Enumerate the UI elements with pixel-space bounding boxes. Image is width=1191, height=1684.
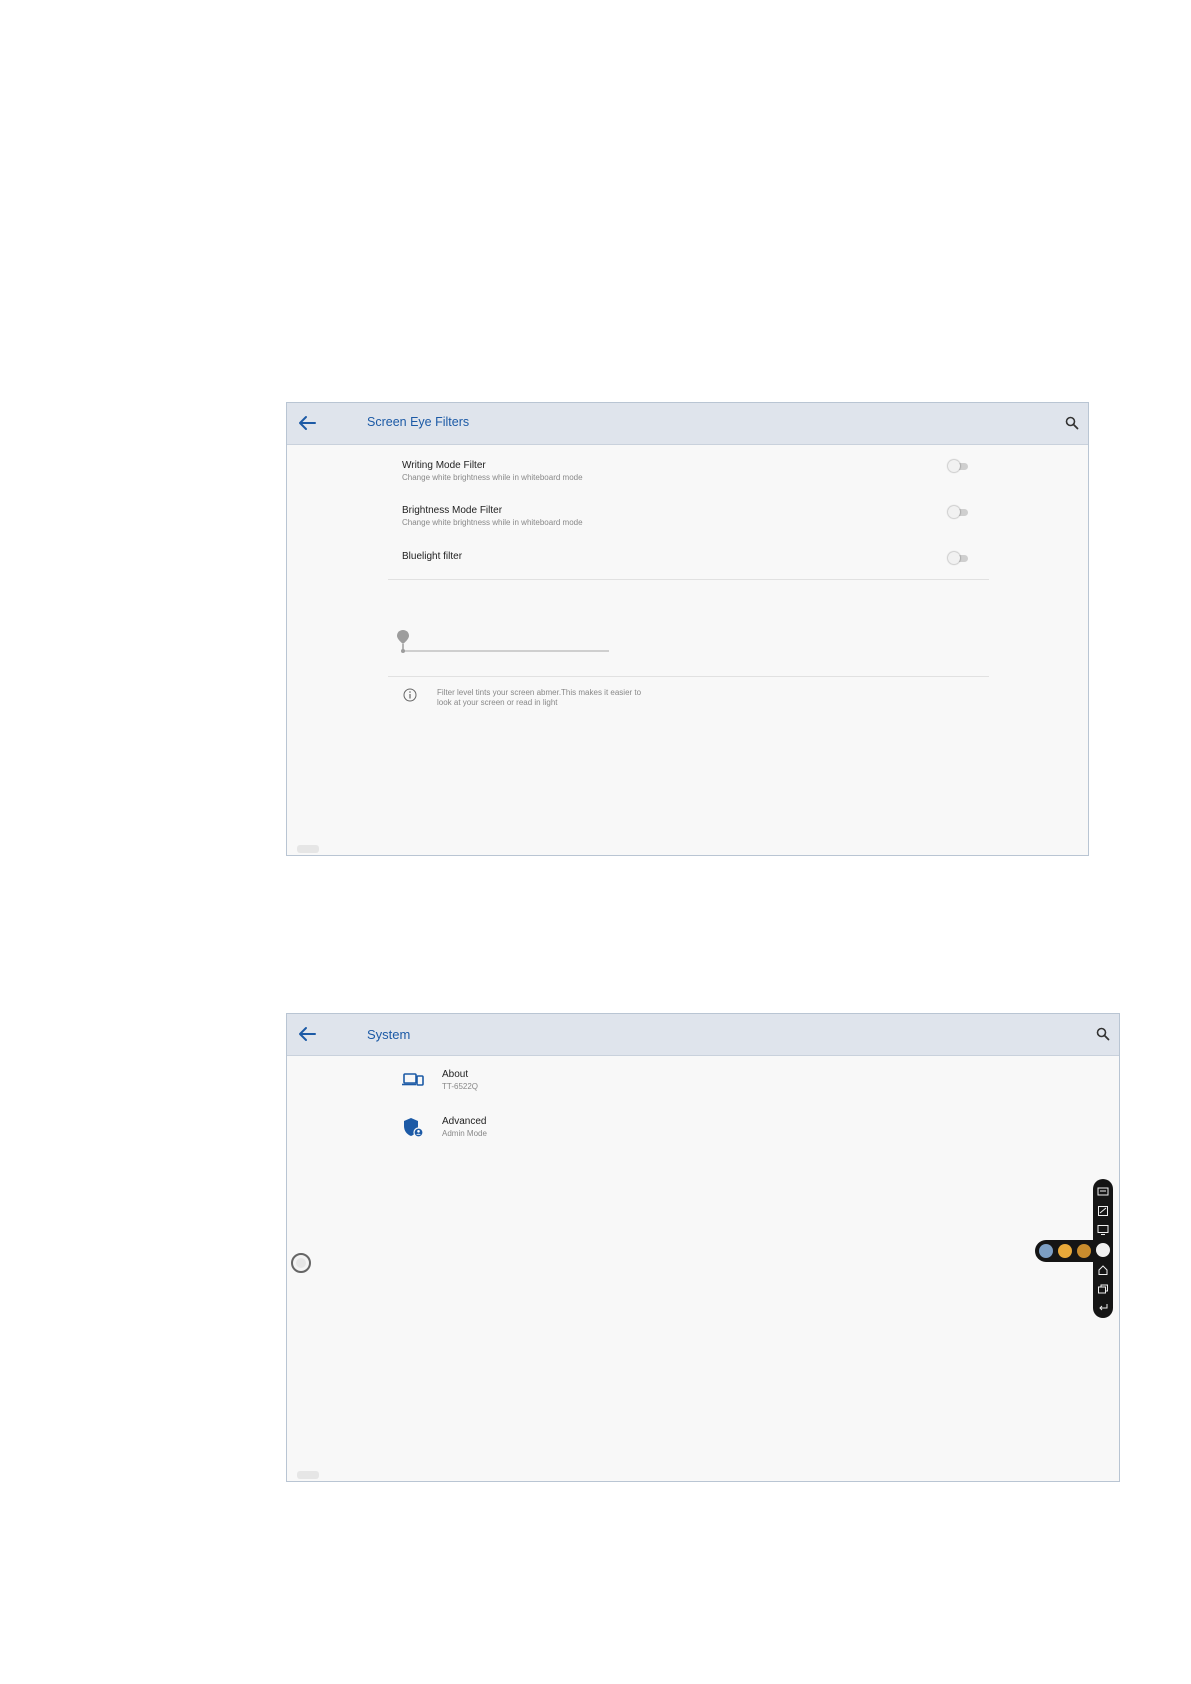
item-title: About: [442, 1069, 469, 1080]
app-bar: System: [287, 1014, 1119, 1056]
slider-thumb[interactable]: [396, 629, 410, 653]
setting-title: Bluelight filter: [402, 551, 463, 562]
blurred-corner-mark: [297, 1471, 319, 1479]
setting-subtitle: Change white brightness while in whitebo…: [402, 518, 583, 527]
settings-app-icon[interactable]: [1077, 1244, 1091, 1258]
search-icon: [1096, 1027, 1110, 1041]
arrow-left-icon: [299, 416, 316, 430]
info-circle-icon: [403, 688, 417, 702]
windows-icon[interactable]: [1097, 1282, 1109, 1294]
floating-menu-handle[interactable]: [291, 1253, 311, 1273]
item-subtitle: Admin Mode: [442, 1129, 487, 1138]
item-subtitle: TT-6522Q: [442, 1082, 479, 1091]
home-icon[interactable]: [1097, 1263, 1109, 1275]
info-text-line: Filter level tints your screen abmer.Thi…: [437, 688, 642, 697]
screen-eye-filters-screen: Screen Eye Filters Writing Mode Filter C…: [286, 402, 1089, 856]
bluelight-filter-row[interactable]: Bluelight filter: [402, 551, 962, 587]
info-text-line: look at your screen or read in light: [437, 698, 558, 707]
app-bar: Screen Eye Filters: [287, 403, 1088, 445]
search-button[interactable]: [1095, 1026, 1111, 1042]
annotate-icon[interactable]: [1097, 1185, 1109, 1197]
advanced-item[interactable]: Advanced Admin Mode: [402, 1116, 902, 1150]
info-text: Filter level tints your screen abmer.Thi…: [437, 688, 677, 708]
back-icon[interactable]: [1097, 1301, 1109, 1313]
slider-rail: [403, 650, 609, 652]
about-item[interactable]: About TT-6522Q: [402, 1069, 902, 1103]
page-title: Screen Eye Filters: [367, 415, 470, 429]
system-screen: System About TT-6522Q Advanced Admin Mod…: [286, 1013, 1120, 1482]
screen-share-icon[interactable]: [1097, 1223, 1109, 1235]
admin-shield-icon: [402, 1116, 424, 1138]
writing-mode-filter-row[interactable]: Writing Mode Filter Change white brightn…: [402, 460, 962, 496]
slider-pin-icon: [397, 630, 409, 653]
setting-subtitle: Change white brightness while in whitebo…: [402, 473, 583, 482]
gallery-app-icon[interactable]: [1039, 1244, 1053, 1258]
toggle-knob: [948, 460, 960, 472]
bluelight-filter-toggle[interactable]: [948, 552, 970, 564]
app-shortcut-strip: [1035, 1240, 1099, 1262]
brightness-mode-filter-toggle[interactable]: [948, 506, 970, 518]
filter-level-slider[interactable]: [397, 629, 609, 653]
arrow-left-icon: [299, 1027, 316, 1041]
calendar-app-icon[interactable]: [1058, 1244, 1072, 1258]
page-title: System: [367, 1027, 411, 1042]
toggle-knob: [948, 552, 960, 564]
writing-mode-filter-toggle[interactable]: [948, 460, 970, 472]
search-icon: [1065, 416, 1079, 430]
brightness-mode-filter-row[interactable]: Brightness Mode Filter Change white brig…: [402, 505, 962, 541]
floating-toolbar-center-button[interactable]: [1093, 1240, 1113, 1260]
devices-icon: [402, 1069, 424, 1091]
setting-title: Writing Mode Filter: [402, 460, 486, 471]
back-button[interactable]: [295, 1022, 319, 1046]
divider: [388, 676, 989, 677]
whiteboard-icon[interactable]: [1097, 1204, 1109, 1216]
toggle-knob: [948, 506, 960, 518]
search-button[interactable]: [1064, 415, 1080, 431]
blurred-corner-mark: [297, 845, 319, 853]
divider: [388, 579, 989, 580]
back-button[interactable]: [295, 411, 319, 435]
item-title: Advanced: [442, 1116, 487, 1127]
setting-title: Brightness Mode Filter: [402, 505, 503, 516]
